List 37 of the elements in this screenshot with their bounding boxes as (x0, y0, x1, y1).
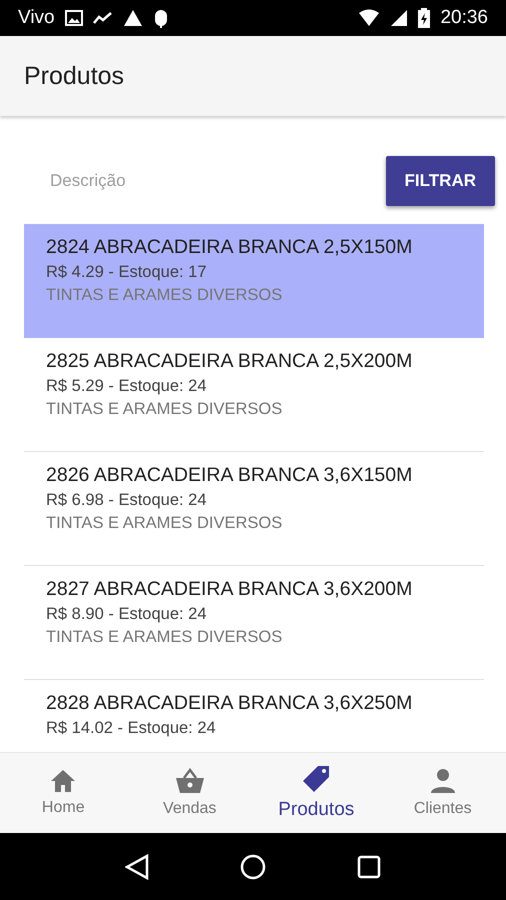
page-title: Produtos (24, 62, 124, 90)
mountain-icon (122, 9, 143, 27)
product-category: TINTAS E ARAMES DIVERSOS (46, 286, 284, 305)
tag-icon (302, 765, 330, 793)
price-stock: R$ 14.02 - Estoque: 24 (46, 719, 217, 738)
price-stock: R$ 4.29 - Estoque: 17 (46, 263, 208, 282)
trend-icon (92, 11, 113, 25)
description-field[interactable]: Descrição (48, 170, 308, 192)
product-name: 2824 ABRACADEIRA BRANCA 2,5X150M (46, 236, 414, 259)
battery-icon (418, 8, 430, 28)
price-stock: R$ 8.90 - Estoque: 24 (46, 605, 208, 624)
home-icon (50, 769, 76, 793)
product-category: TINTAS E ARAMES DIVERSOS (46, 628, 284, 647)
nav-tab[interactable]: Home (0, 753, 126, 833)
product-name: 2826 ABRACADEIRA BRANCA 3,6X150M (46, 464, 414, 487)
price-stock: R$ 6.98 - Estoque: 24 (46, 491, 208, 510)
product-row[interactable]: 2824 ABRACADEIRA BRANCA 2,5X150M R$ 4.29 - Estoque: 17 TINTAS E ARAMES DIVERSOS (24, 224, 484, 338)
basket-icon (174, 768, 205, 794)
wifi-icon (358, 9, 380, 27)
product-name: 2827 ABRACADEIRA BRANCA 3,6X200M (46, 578, 414, 601)
signal-icon (390, 9, 408, 27)
nav-tab[interactable]: Produtos (253, 753, 380, 833)
back-icon[interactable] (125, 854, 150, 880)
recents-icon[interactable] (356, 854, 381, 878)
filter-button[interactable]: FILTRAR (386, 156, 495, 206)
nav-tab[interactable]: Clientes (380, 753, 506, 833)
carrier-name: Vivo (18, 7, 55, 29)
clock-time: 20:36 (440, 7, 488, 29)
product-category: TINTAS E ARAMES DIVERSOS (46, 400, 284, 419)
person-icon (430, 768, 456, 794)
price-stock: R$ 5.29 - Estoque: 24 (46, 377, 208, 396)
product-category: TINTAS E ARAMES DIVERSOS (46, 514, 284, 533)
product-name: 2825 ABRACADEIRA BRANCA 2,5X200M (46, 350, 414, 373)
home-button-icon[interactable] (240, 854, 266, 880)
image-icon (64, 10, 83, 26)
product-name: 2828 ABRACADEIRA BRANCA 3,6X250M (46, 692, 414, 715)
nav-tab[interactable]: Vendas (126, 753, 253, 833)
